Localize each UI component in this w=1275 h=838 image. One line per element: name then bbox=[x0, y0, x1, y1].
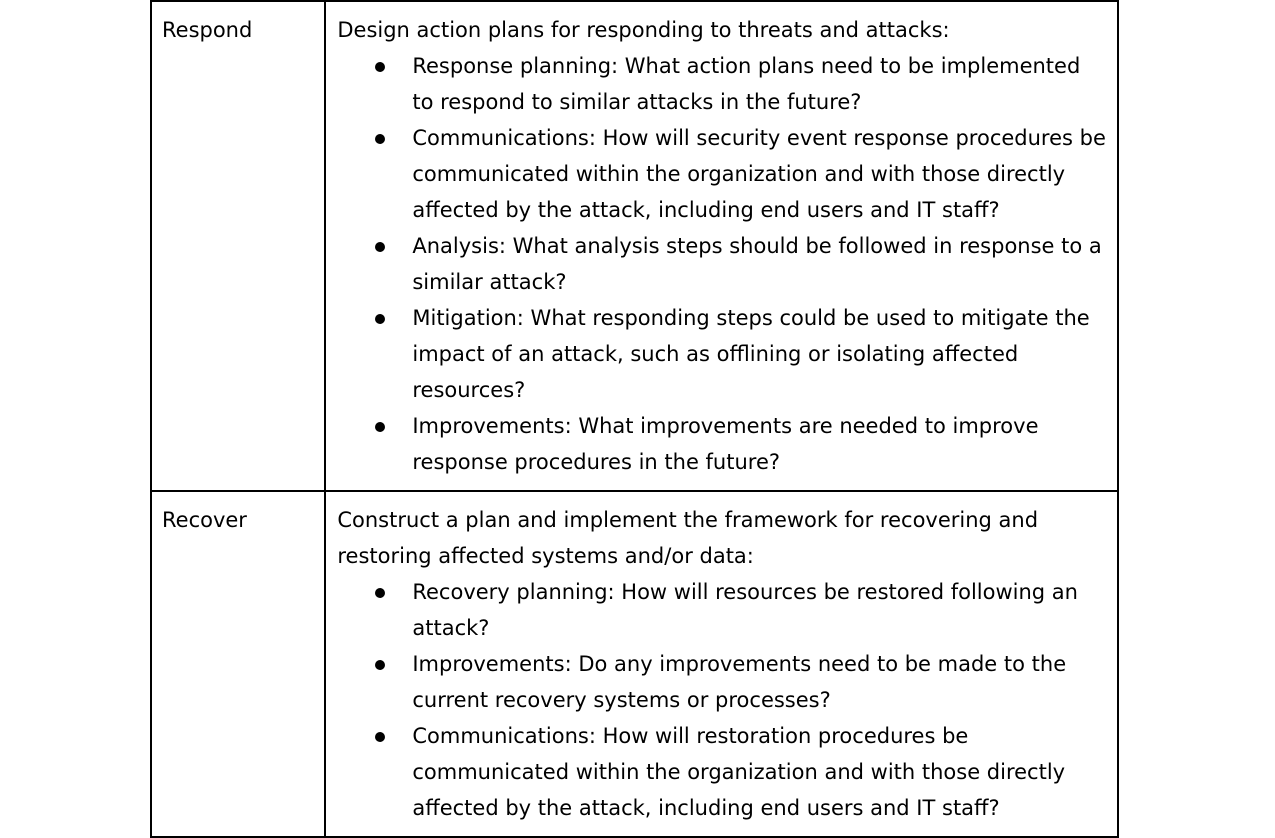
list-item: Improvements: Do any improvements need t… bbox=[337, 646, 1107, 718]
list-item-text: Analysis: What analysis steps should be … bbox=[412, 234, 1102, 294]
bullet-icon bbox=[375, 588, 386, 598]
bullet-list-recover: Recovery planning: How will resources be… bbox=[337, 574, 1107, 826]
table-row-recover: Recover Construct a plan and implement t… bbox=[149, 490, 1119, 838]
list-item: Communications: How will restoration pro… bbox=[337, 718, 1107, 826]
list-item-text: Response planning: What action plans nee… bbox=[412, 54, 1081, 114]
bullet-icon bbox=[375, 62, 386, 72]
row-label-respond: Respond bbox=[149, 0, 327, 492]
row-label-recover: Recover bbox=[149, 490, 327, 838]
list-item: Improvements: What improvements are need… bbox=[337, 408, 1107, 480]
row-content-respond: Design action plans for responding to th… bbox=[324, 0, 1119, 492]
row-content-recover: Construct a plan and implement the frame… bbox=[324, 490, 1119, 838]
table-row-respond: Respond Design action plans for respondi… bbox=[149, 0, 1119, 492]
bullet-icon bbox=[375, 660, 386, 670]
framework-table: Respond Design action plans for respondi… bbox=[149, 0, 1119, 838]
bullet-list-respond: Response planning: What action plans nee… bbox=[337, 48, 1107, 480]
bullet-icon bbox=[375, 314, 386, 324]
list-item-text: Recovery planning: How will resources be… bbox=[412, 580, 1078, 640]
list-item: Communications: How will security event … bbox=[337, 120, 1107, 228]
list-item-text: Improvements: Do any improvements need t… bbox=[412, 652, 1067, 712]
row-intro-respond: Design action plans for responding to th… bbox=[337, 18, 950, 42]
list-item: Mitigation: What responding steps could … bbox=[337, 300, 1107, 408]
bullet-icon bbox=[375, 422, 386, 432]
bullet-icon bbox=[375, 242, 386, 252]
list-item: Recovery planning: How will resources be… bbox=[337, 574, 1107, 646]
list-item-text: Improvements: What improvements are need… bbox=[412, 414, 1039, 474]
list-item: Response planning: What action plans nee… bbox=[337, 48, 1107, 120]
list-item-text: Communications: How will security event … bbox=[412, 126, 1106, 222]
list-item-text: Communications: How will restoration pro… bbox=[412, 724, 1066, 820]
list-item-text: Mitigation: What responding steps could … bbox=[412, 306, 1090, 402]
bullet-icon bbox=[375, 134, 386, 144]
bullet-icon bbox=[375, 732, 386, 742]
list-item: Analysis: What analysis steps should be … bbox=[337, 228, 1107, 300]
row-intro-recover: Construct a plan and implement the frame… bbox=[337, 508, 1039, 568]
